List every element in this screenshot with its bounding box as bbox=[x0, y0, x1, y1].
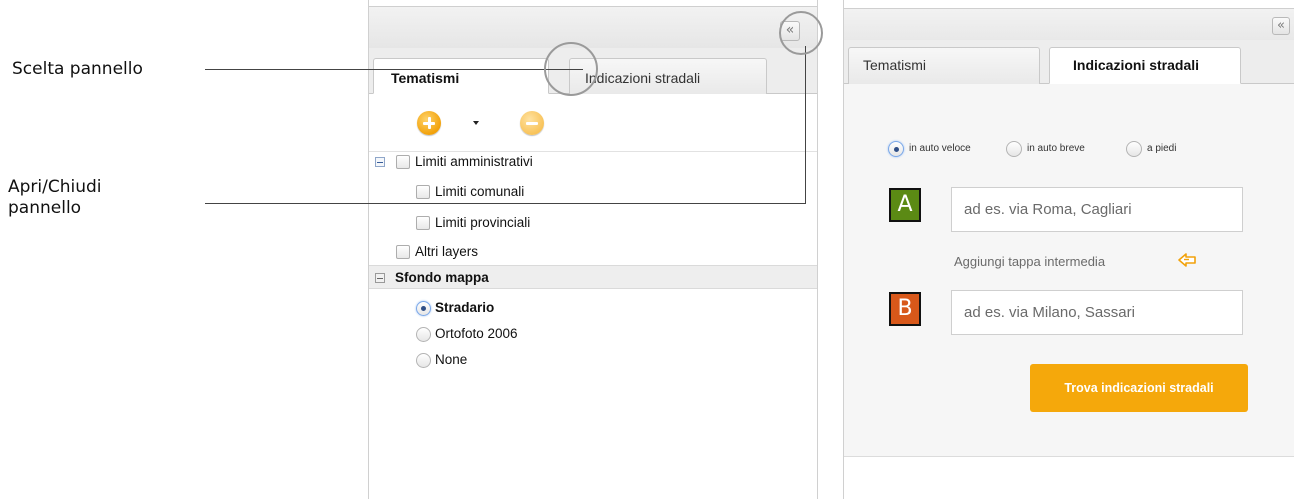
tab-tematismi-label: Tematismi bbox=[863, 57, 927, 73]
panel-header bbox=[369, 6, 817, 48]
other-layers-checkbox[interactable] bbox=[396, 245, 410, 259]
mode-radio[interactable] bbox=[1126, 141, 1142, 157]
tab-indicazioni-label: Indicazioni stradali bbox=[1073, 57, 1200, 73]
municipal-checkbox[interactable] bbox=[416, 185, 430, 199]
mode-radio[interactable] bbox=[888, 141, 904, 157]
tree-item-municipal: Limiti comunali bbox=[369, 180, 817, 204]
annotation-toggle-line1: Apri/Chiudi bbox=[8, 177, 102, 197]
basemap-option: Ortofoto 2006 bbox=[369, 322, 817, 346]
basemap-radio-none[interactable] bbox=[416, 353, 431, 368]
annotation-vline-toggle-panel bbox=[805, 46, 806, 204]
start-address-input[interactable] bbox=[951, 187, 1243, 232]
end-marker-b: B bbox=[889, 292, 921, 326]
annotation-panel-choice: Scelta pannello bbox=[12, 59, 143, 79]
layers-toolbar bbox=[369, 94, 817, 152]
highlight-circle-collapse bbox=[779, 11, 823, 55]
tree-item-label: Limiti amministrativi bbox=[415, 154, 533, 169]
tree-group-admin: Limiti amministrativi bbox=[369, 150, 817, 174]
tree-group-basemap: Sfondo mappa bbox=[369, 265, 817, 289]
tree-item-provincial: Limiti provinciali bbox=[369, 211, 817, 235]
collapse-group-icon[interactable] bbox=[375, 273, 385, 283]
mode-label: in auto veloce bbox=[909, 143, 971, 154]
add-stop-arrow-icon[interactable] bbox=[1178, 253, 1196, 267]
mode-radio[interactable] bbox=[1006, 141, 1022, 157]
basemap-option: Stradario bbox=[369, 296, 817, 320]
find-directions-button[interactable]: Trova indicazioni stradali bbox=[1030, 364, 1248, 412]
mode-label: in auto breve bbox=[1027, 143, 1085, 154]
start-marker-a: A bbox=[889, 188, 921, 222]
basemap-radio-ortofoto[interactable] bbox=[416, 327, 431, 342]
mode-label: a piedi bbox=[1147, 143, 1177, 154]
tree-item-label: Altri layers bbox=[415, 244, 479, 259]
basemap-label: Ortofoto 2006 bbox=[435, 326, 518, 341]
annotation-toggle-panel: Apri/Chiudi pannello bbox=[8, 177, 102, 219]
tab-indicazioni-label: Indicazioni stradali bbox=[585, 70, 701, 86]
tab-indicazioni-stradali[interactable]: Indicazioni stradali bbox=[1049, 47, 1241, 84]
directions-panel: « Tematismi Indicazioni stradali in auto… bbox=[843, 0, 1294, 499]
end-address-input[interactable] bbox=[951, 290, 1243, 335]
tab-tematismi[interactable]: Tematismi bbox=[373, 58, 549, 94]
collapse-group-icon[interactable] bbox=[375, 157, 385, 167]
add-stop-link[interactable]: Aggiungi tappa intermedia bbox=[954, 254, 1105, 269]
tree-item-label: Limiti provinciali bbox=[435, 215, 531, 230]
annotation-line-panel-choice bbox=[205, 69, 583, 70]
annotation-line-toggle-panel bbox=[205, 203, 806, 204]
basemap-radio-stradario[interactable] bbox=[416, 301, 431, 316]
tab-bar: Tematismi Indicazioni stradali bbox=[844, 40, 1294, 84]
admin-layers-checkbox[interactable] bbox=[396, 155, 410, 169]
tab-tematismi-label: Tematismi bbox=[391, 70, 460, 86]
double-chevron-left-icon: « bbox=[1277, 18, 1285, 33]
tree-item-label: Limiti comunali bbox=[435, 184, 525, 199]
basemap-label: None bbox=[435, 352, 468, 367]
directions-form: in auto veloce in auto breve a piedi A A… bbox=[844, 84, 1294, 457]
highlight-circle-tabs bbox=[544, 42, 598, 96]
provincial-checkbox[interactable] bbox=[416, 216, 430, 230]
basemap-label: Stradario bbox=[435, 300, 495, 315]
tab-tematismi[interactable]: Tematismi bbox=[848, 47, 1040, 84]
tree-group-label: Sfondo mappa bbox=[395, 270, 489, 285]
annotation-toggle-line2: pannello bbox=[8, 198, 82, 218]
add-layer-button[interactable] bbox=[417, 111, 441, 135]
caret-down-icon[interactable] bbox=[473, 121, 479, 125]
remove-layer-button[interactable] bbox=[520, 111, 544, 135]
tab-indicazioni-stradali[interactable]: Indicazioni stradali bbox=[569, 58, 767, 94]
collapse-panel-button[interactable]: « bbox=[1272, 17, 1290, 35]
tree-item-other-layers: Altri layers bbox=[369, 240, 817, 264]
basemap-option: None bbox=[369, 348, 817, 372]
